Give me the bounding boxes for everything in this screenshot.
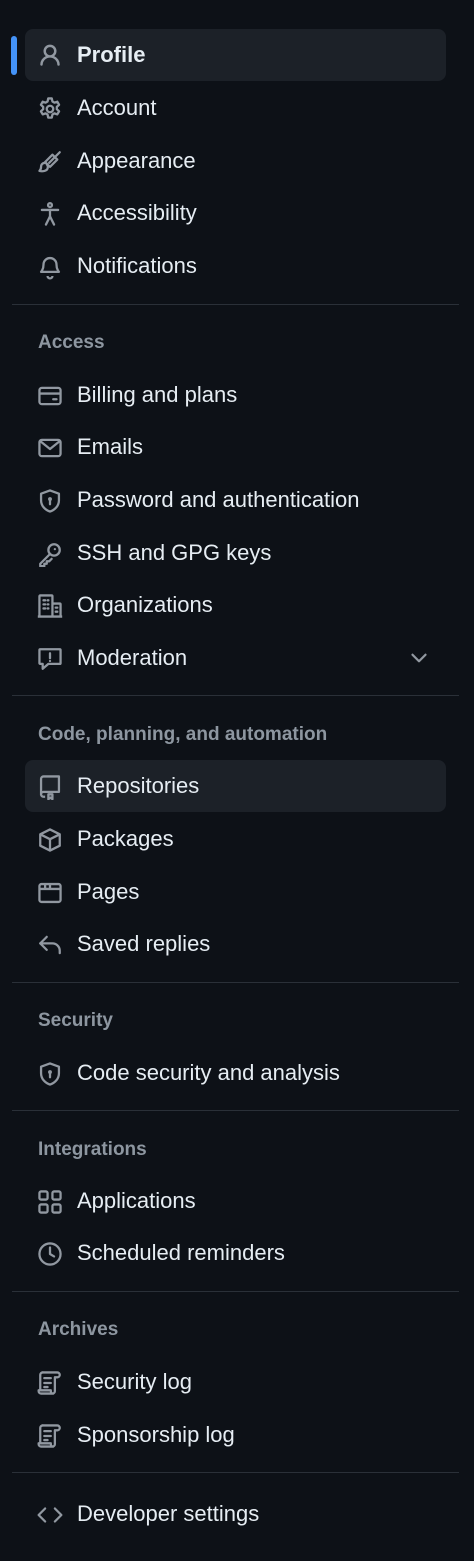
nav-item-label: Account — [77, 95, 157, 120]
code-icon — [37, 1502, 63, 1528]
nav-item-label: Organizations — [77, 592, 213, 617]
divider — [12, 304, 459, 305]
section-heading-security: Security — [38, 1010, 113, 1031]
paintbrush-icon — [37, 149, 63, 175]
section-heading-integrations: Integrations — [38, 1139, 147, 1160]
nav-item-password[interactable]: Password and authentication — [25, 474, 446, 526]
nav-item-label: Packages — [77, 826, 174, 851]
mail-icon — [37, 435, 63, 461]
nav-item-saved-replies[interactable]: Saved replies — [25, 918, 446, 970]
key-icon — [37, 541, 63, 567]
nav-item-label: Developer settings — [77, 1501, 260, 1526]
nav-item-label: Appearance — [77, 148, 196, 173]
nav-item-emails[interactable]: Emails — [25, 421, 446, 473]
divider — [12, 1110, 459, 1111]
nav-item-label: Accessibility — [77, 200, 197, 225]
nav-item-ssh-gpg-keys[interactable]: SSH and GPG keys — [25, 527, 446, 579]
nav-item-notifications[interactable]: Notifications — [25, 240, 446, 292]
organization-icon — [37, 593, 63, 619]
nav-item-label: Billing and plans — [77, 382, 238, 407]
reply-icon — [37, 932, 63, 958]
nav-item-account[interactable]: Account — [25, 82, 446, 134]
nav-item-developer-settings[interactable]: Developer settings — [25, 1488, 446, 1540]
nav-item-appearance[interactable]: Appearance — [25, 135, 446, 187]
credit-card-icon — [37, 383, 63, 409]
nav-item-accessibility[interactable]: Accessibility — [25, 187, 446, 239]
nav-item-moderation[interactable]: Moderation — [25, 632, 446, 684]
nav-item-label: SSH and GPG keys — [77, 540, 272, 565]
section-heading-code-planning-automation: Code, planning, and automation — [38, 724, 328, 745]
log-icon — [37, 1370, 63, 1396]
nav-item-organizations[interactable]: Organizations — [25, 579, 446, 631]
nav-item-label: Saved replies — [77, 931, 211, 956]
divider — [12, 1472, 459, 1473]
clock-icon — [37, 1241, 63, 1267]
nav-item-label: Emails — [77, 434, 144, 459]
divider — [12, 982, 459, 983]
nav-item-sponsorship-log[interactable]: Sponsorship log — [25, 1409, 446, 1461]
accessibility-icon — [37, 201, 63, 227]
browser-icon — [37, 880, 63, 906]
nav-item-label: Profile — [77, 42, 146, 67]
nav-item-pages[interactable]: Pages — [25, 866, 446, 918]
nav-item-label: Moderation — [77, 645, 188, 670]
nav-item-label: Notifications — [77, 253, 197, 278]
divider — [12, 695, 459, 696]
nav-item-label: Repositories — [77, 773, 200, 798]
section-heading-access: Access — [38, 332, 105, 353]
nav-item-label: Applications — [77, 1188, 196, 1213]
shield-lock-icon — [37, 1061, 63, 1087]
bell-icon — [37, 254, 63, 280]
log-icon — [37, 1423, 63, 1449]
nav-item-applications[interactable]: Applications — [25, 1175, 446, 1227]
nav-item-label: Sponsorship log — [77, 1422, 235, 1447]
person-icon — [37, 43, 63, 69]
report-icon — [37, 646, 63, 672]
gear-icon — [37, 96, 63, 122]
shield-lock-icon — [37, 488, 63, 514]
active-indicator — [11, 36, 17, 75]
repo-icon — [37, 774, 63, 800]
nav-item-label: Security log — [77, 1369, 192, 1394]
nav-item-code-security[interactable]: Code security and analysis — [25, 1047, 446, 1099]
apps-icon — [37, 1189, 63, 1215]
chevron-down-icon[interactable] — [406, 645, 432, 671]
divider — [12, 1291, 459, 1292]
nav-item-scheduled-reminders[interactable]: Scheduled reminders — [25, 1227, 446, 1279]
nav-item-profile[interactable]: Profile — [25, 29, 446, 81]
nav-item-label: Code security and analysis — [77, 1060, 340, 1085]
nav-item-label: Password and authentication — [77, 487, 360, 512]
nav-item-label: Scheduled reminders — [77, 1240, 285, 1265]
nav-item-security-log[interactable]: Security log — [25, 1356, 446, 1408]
nav-item-billing[interactable]: Billing and plans — [25, 369, 446, 421]
section-heading-archives: Archives — [38, 1319, 119, 1340]
nav-item-repositories[interactable]: Repositories — [25, 760, 446, 812]
package-icon — [37, 827, 63, 853]
nav-item-label: Pages — [77, 879, 140, 904]
nav-item-packages[interactable]: Packages — [25, 813, 446, 865]
